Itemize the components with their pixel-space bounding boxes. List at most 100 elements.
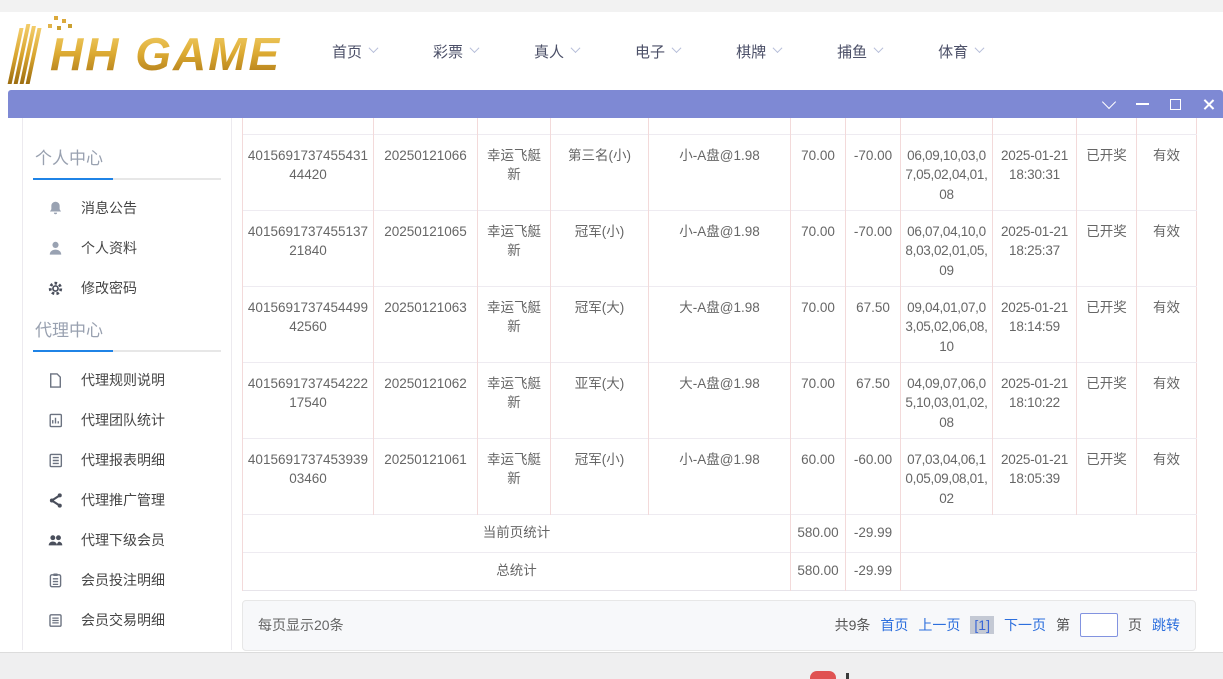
cell-time: 2025-01-21 18:25:37 bbox=[993, 210, 1077, 286]
cell-period: 20250121061 bbox=[374, 438, 478, 514]
nav-label: 首页 bbox=[332, 41, 362, 62]
sidebar-section-title-agent: 代理中心 bbox=[33, 316, 221, 341]
clipboard-icon bbox=[47, 572, 64, 589]
section-underline bbox=[33, 350, 221, 352]
sidebar-item-label: 代理团队统计 bbox=[81, 410, 165, 430]
sidebar-item-label: 个人资料 bbox=[81, 238, 137, 258]
prev-page-link[interactable]: 上一页 bbox=[918, 615, 960, 635]
gear-icon bbox=[47, 280, 64, 297]
window-titlebar bbox=[8, 90, 1223, 118]
cell-period: 20250121062 bbox=[374, 362, 478, 438]
sidebar-item-label: 消息公告 bbox=[81, 198, 137, 218]
logo-stripes-decoration bbox=[8, 24, 43, 84]
user-icon bbox=[47, 240, 64, 257]
summary-page-amount: 580.00 bbox=[791, 514, 846, 552]
sidebar-item-agent-members[interactable]: 代理下级会员 bbox=[33, 520, 221, 560]
next-page-link[interactable]: 下一页 bbox=[1004, 615, 1046, 635]
nav-item-slots[interactable]: 电子 bbox=[635, 41, 680, 62]
cell-game: 幸运飞艇新 bbox=[478, 438, 551, 514]
sidebar-item-agent-rules[interactable]: 代理规则说明 bbox=[33, 360, 221, 400]
logo-text: HH GAME bbox=[50, 27, 281, 81]
list-icon bbox=[47, 612, 64, 629]
sidebar-item-agent-team-stats[interactable]: 代理团队统计 bbox=[33, 400, 221, 440]
nav-label: 真人 bbox=[534, 41, 564, 62]
nav-item-lottery[interactable]: 彩票 bbox=[433, 41, 478, 62]
page-top-strip bbox=[0, 0, 1223, 12]
cell-period: 20250121065 bbox=[374, 210, 478, 286]
cell-draw-numbers: 06,09,10,03,07,05,02,04,01,08 bbox=[901, 134, 993, 210]
cell-bet-id: 401569173745422217540 bbox=[243, 362, 374, 438]
minimize-icon bbox=[1136, 103, 1149, 105]
chevron-down-icon bbox=[975, 43, 985, 53]
cell-time: 2025-01-21 18:30:31 bbox=[993, 134, 1077, 210]
cell-game: 幸运飞艇新 bbox=[478, 362, 551, 438]
users-icon bbox=[47, 532, 64, 549]
jump-suffix-label: 页 bbox=[1128, 615, 1142, 635]
cell-game: 幸运飞艇新 bbox=[478, 134, 551, 210]
sidebar-item-password[interactable]: 修改密码 bbox=[33, 268, 221, 308]
cell-status: 已开奖 bbox=[1077, 362, 1137, 438]
sidebar-item-member-bets[interactable]: 会员投注明细 bbox=[33, 560, 221, 600]
sidebar-item-messages[interactable]: 消息公告 bbox=[33, 188, 221, 228]
cell-bet-id: 401569173745393903460 bbox=[243, 438, 374, 514]
bell-icon bbox=[47, 200, 64, 217]
cell-content: 小-A盘@1.98 bbox=[649, 134, 791, 210]
cell-valid: 有效 bbox=[1137, 210, 1197, 286]
nav-label: 体育 bbox=[938, 41, 968, 62]
summary-total-amount: 580.00 bbox=[791, 552, 846, 590]
nav-label: 电子 bbox=[635, 41, 665, 62]
nav-item-home[interactable]: 首页 bbox=[332, 41, 377, 62]
cell-time: 2025-01-21 18:14:59 bbox=[993, 286, 1077, 362]
nav-item-sports[interactable]: 体育 bbox=[938, 41, 983, 62]
brand-logo[interactable]: HH GAME bbox=[14, 18, 281, 90]
first-page-link[interactable]: 首页 bbox=[880, 615, 908, 635]
cell-content: 小-A盘@1.98 bbox=[649, 438, 791, 514]
chevron-down-icon bbox=[470, 43, 480, 53]
close-icon bbox=[1202, 98, 1215, 111]
report-icon bbox=[47, 412, 64, 429]
maximize-icon bbox=[1170, 99, 1181, 110]
chevron-down-icon bbox=[773, 43, 783, 53]
cell-draw-numbers: 06,07,04,10,08,03,02,01,05,09 bbox=[901, 210, 993, 286]
summary-page-win-loss: -29.99 bbox=[846, 514, 901, 552]
report-icon bbox=[47, 452, 64, 469]
cell-status: 已开奖 bbox=[1077, 210, 1137, 286]
sidebar-item-member-transactions[interactable]: 会员交易明细 bbox=[33, 600, 221, 640]
per-page-label: 每页显示20条 bbox=[258, 615, 344, 635]
close-button[interactable] bbox=[1201, 97, 1215, 111]
sidebar-item-profile[interactable]: 个人资料 bbox=[33, 228, 221, 268]
maximize-button[interactable] bbox=[1168, 97, 1182, 111]
nav-item-cards[interactable]: 棋牌 bbox=[736, 41, 781, 62]
sidebar-items-agent: 代理规则说明 代理团队统计 代理报表明细 bbox=[33, 360, 221, 640]
window-body: 个人中心 消息公告 个人资料 bbox=[8, 118, 1223, 655]
cell-time: 2025-01-21 18:05:39 bbox=[993, 438, 1077, 514]
table-row: 401569173745449942560 20250121063 幸运飞艇新 … bbox=[243, 286, 1197, 362]
cell-valid: 有效 bbox=[1137, 286, 1197, 362]
chevron-down-icon bbox=[369, 43, 379, 53]
document-icon bbox=[47, 372, 64, 389]
summary-total-label: 总统计 bbox=[243, 552, 791, 590]
sidebar-item-label: 修改密码 bbox=[81, 278, 137, 298]
window-collapse-button[interactable] bbox=[1102, 97, 1116, 111]
nav-item-live[interactable]: 真人 bbox=[534, 41, 579, 62]
cell-draw-numbers: 04,09,07,06,05,10,03,01,02,08 bbox=[901, 362, 993, 438]
nav-label: 棋牌 bbox=[736, 41, 766, 62]
cell-period: 20250121063 bbox=[374, 286, 478, 362]
cell-game: 幸运飞艇新 bbox=[478, 210, 551, 286]
nav-item-fishing[interactable]: 捕鱼 bbox=[837, 41, 882, 62]
table-row: 401569173745513721840 20250121065 幸运飞艇新 … bbox=[243, 210, 1197, 286]
cell-win-loss: 67.50 bbox=[846, 286, 901, 362]
sidebar-item-agent-report-detail[interactable]: 代理报表明细 bbox=[33, 440, 221, 480]
cell-draw-numbers: 09,04,01,07,03,05,02,06,08,10 bbox=[901, 286, 993, 362]
cell-play: 亚军(大) bbox=[551, 362, 649, 438]
page-number-input[interactable] bbox=[1080, 613, 1118, 637]
jump-link[interactable]: 跳转 bbox=[1152, 615, 1180, 635]
table-row: 401569173745422217540 20250121062 幸运飞艇新 … bbox=[243, 362, 1197, 438]
share-icon bbox=[47, 492, 64, 509]
sidebar-item-label: 代理下级会员 bbox=[81, 530, 165, 550]
sidebar-item-agent-promotion[interactable]: 代理推广管理 bbox=[33, 480, 221, 520]
summary-total-win-loss: -29.99 bbox=[846, 552, 901, 590]
minimize-button[interactable] bbox=[1135, 97, 1149, 111]
app-window: 个人中心 消息公告 个人资料 bbox=[8, 90, 1223, 679]
pager: 共9条 首页 上一页 [1] 下一页 第 页 跳转 bbox=[835, 613, 1180, 637]
